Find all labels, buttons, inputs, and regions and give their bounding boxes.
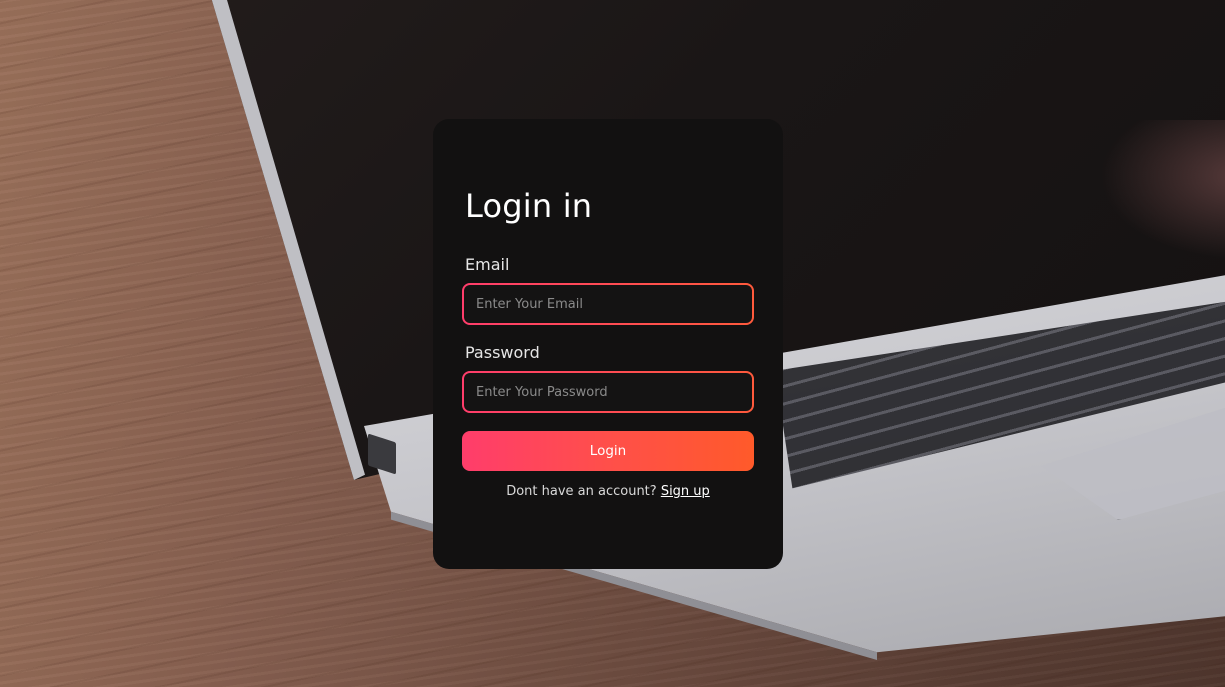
password-label: Password <box>465 343 540 362</box>
screen-reflection-image <box>1100 120 1225 260</box>
password-input[interactable] <box>464 373 752 411</box>
email-input[interactable] <box>464 285 752 323</box>
password-field-border <box>462 371 754 413</box>
page-background: Login in Email Password Login Dont have … <box>0 0 1225 687</box>
login-title: Login in <box>465 187 593 225</box>
login-card: Login in Email Password Login Dont have … <box>433 119 783 569</box>
login-button[interactable]: Login <box>462 431 754 471</box>
signup-row: Dont have an account? Sign up <box>433 484 783 499</box>
email-label: Email <box>465 255 510 274</box>
email-field-border <box>462 283 754 325</box>
signup-link[interactable]: Sign up <box>661 484 710 499</box>
signup-prompt: Dont have an account? <box>506 484 661 499</box>
